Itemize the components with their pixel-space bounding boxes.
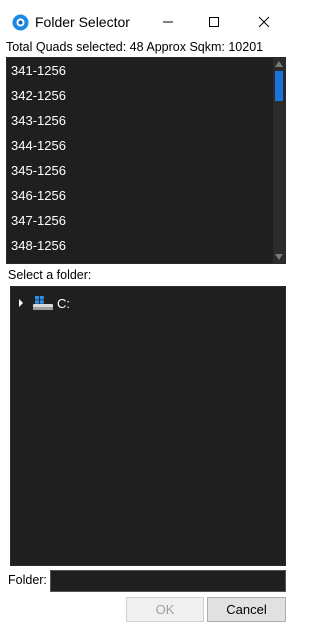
window-title: Folder Selector bbox=[35, 14, 130, 30]
app-icon bbox=[12, 14, 29, 31]
scroll-thumb[interactable] bbox=[275, 71, 283, 101]
maximize-icon bbox=[209, 17, 219, 27]
list-scrollbar[interactable] bbox=[273, 58, 285, 263]
minimize-button[interactable] bbox=[146, 8, 190, 36]
list-item[interactable]: 344-1256 bbox=[7, 133, 285, 158]
tree-node-c-drive[interactable]: C: bbox=[19, 293, 70, 313]
drive-icon bbox=[33, 296, 53, 310]
close-button[interactable] bbox=[242, 8, 286, 36]
expand-caret-icon[interactable] bbox=[19, 299, 23, 307]
folder-tree[interactable]: C: bbox=[10, 286, 286, 566]
maximize-button[interactable] bbox=[192, 8, 236, 36]
list-item[interactable]: 345-1256 bbox=[7, 158, 285, 183]
minimize-icon bbox=[163, 21, 173, 23]
folder-field-label: Folder: bbox=[8, 573, 47, 587]
cancel-button[interactable]: Cancel bbox=[207, 597, 286, 622]
selection-summary: Total Quads selected: 48 Approx Sqkm: 10… bbox=[6, 40, 264, 54]
list-item[interactable]: 347-1256 bbox=[7, 208, 285, 233]
close-icon bbox=[258, 16, 270, 28]
select-folder-label: Select a folder: bbox=[8, 268, 92, 282]
list-item[interactable]: 342-1256 bbox=[7, 83, 285, 108]
ok-button[interactable]: OK bbox=[126, 597, 204, 622]
tree-node-label: C: bbox=[57, 295, 70, 311]
scroll-up-icon[interactable] bbox=[275, 61, 283, 67]
folder-input[interactable] bbox=[50, 570, 286, 592]
title-bar: Folder Selector bbox=[0, 0, 286, 40]
list-item[interactable]: 348-1256 bbox=[7, 233, 285, 258]
list-item[interactable]: 343-1256 bbox=[7, 108, 285, 133]
list-item[interactable]: 341-1256 bbox=[7, 58, 285, 83]
scroll-down-icon[interactable] bbox=[275, 254, 283, 260]
list-item[interactable]: 346-1256 bbox=[7, 183, 285, 208]
quad-list[interactable]: 341-1256 342-1256 343-1256 344-1256 345-… bbox=[6, 57, 286, 264]
